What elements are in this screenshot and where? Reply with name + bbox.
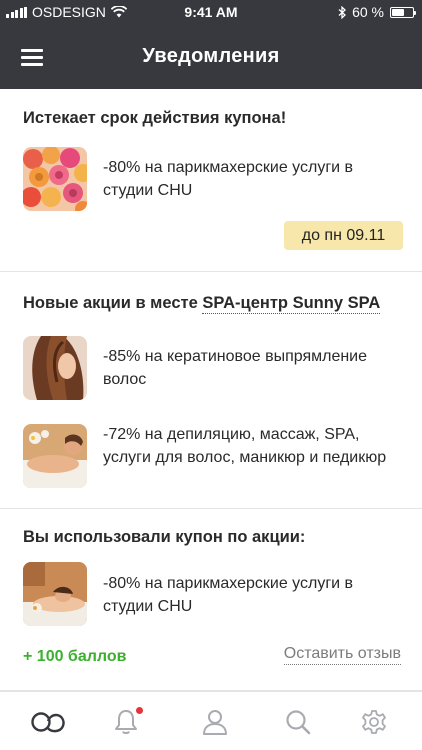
tab-home[interactable]: [19, 692, 79, 750]
battery-percent: 60 %: [352, 4, 384, 20]
leave-review-link[interactable]: Оставить отзыв: [283, 645, 401, 665]
nav-bar: Уведомления: [0, 24, 422, 89]
notification-expiring-coupon[interactable]: Истекает срок действия купона! -80% на п…: [0, 89, 422, 272]
hair-photo: [23, 336, 87, 400]
gear-icon: [362, 710, 386, 734]
battery-icon: [390, 6, 416, 18]
home-logo-icon: [31, 712, 65, 733]
notification-title: Новые акции в месте SPA-центр Sunny SPA: [23, 294, 381, 314]
roses-photo: [23, 147, 87, 211]
deal-item[interactable]: -72% на депиляцию, массаж, SPA, услуги д…: [23, 424, 403, 490]
deal-description: -80% на парикмахерские услуги в студии C…: [103, 159, 354, 199]
deal-description: -85% на кератиновое выпрямление волос: [103, 348, 368, 388]
status-bar: OSDESIGN 9:41 AM 60 %: [0, 0, 422, 24]
massage-photo: [23, 562, 87, 626]
notification-title: Вы использовали купон по акции:: [23, 528, 306, 546]
tab-bar: [0, 691, 422, 750]
notification-title-prefix: Новые акции в месте: [23, 294, 203, 312]
spa-photo: [23, 424, 87, 488]
deal-description: -80% на парикмахерские услуги в студии C…: [103, 575, 354, 615]
tab-notifications[interactable]: [96, 692, 156, 750]
deal-item[interactable]: -80% на парикмахерские услуги в студии C…: [23, 147, 403, 213]
tab-search[interactable]: [268, 692, 328, 750]
points-earned: + 100 баллов: [23, 648, 127, 665]
tab-settings[interactable]: [344, 692, 404, 750]
notification-dot: [136, 707, 143, 714]
notification-coupon-used[interactable]: Вы использовали купон по акции: -80% на …: [0, 509, 422, 691]
notification-title: Истекает срок действия купона!: [23, 109, 287, 127]
bluetooth-icon: [338, 5, 347, 19]
notification-new-deals[interactable]: Новые акции в месте SPA-центр Sunny SPA …: [0, 272, 422, 509]
expiry-date-badge: до пн 09.11: [284, 221, 403, 250]
page-title: Уведомления: [142, 45, 280, 67]
search-icon: [286, 710, 311, 735]
deal-item[interactable]: -85% на кератиновое выпрямление волос: [23, 336, 403, 402]
tab-profile[interactable]: [185, 692, 245, 750]
deal-item[interactable]: -80% на парикмахерские услуги в студии C…: [23, 562, 403, 628]
place-link[interactable]: SPA-центр Sunny SPA: [202, 294, 381, 314]
deal-description: -72% на депиляцию, массаж, SPA, услуги д…: [103, 426, 387, 466]
bell-icon: [115, 710, 137, 734]
user-icon: [203, 710, 227, 735]
